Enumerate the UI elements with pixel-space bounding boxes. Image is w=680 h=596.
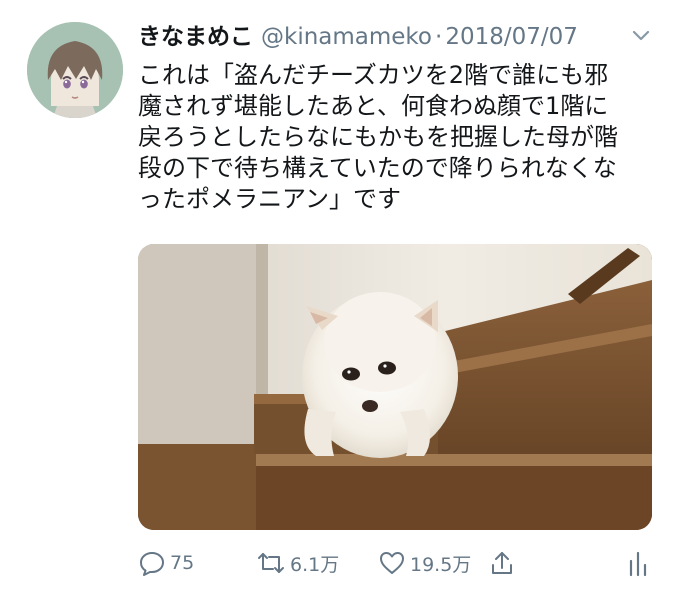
analytics-button[interactable] bbox=[626, 548, 650, 578]
retweet-count: 6.1万 bbox=[290, 553, 340, 576]
display-name[interactable]: きなまめこ bbox=[138, 22, 253, 52]
retweet-button[interactable]: 6.1万 bbox=[256, 548, 339, 578]
reply-button[interactable]: 75 bbox=[138, 548, 194, 578]
separator-dot: · bbox=[435, 24, 443, 50]
tweet-header: きなまめこ @kinamameko · 2018/07/07 bbox=[138, 22, 578, 52]
share-button[interactable] bbox=[488, 548, 516, 578]
heart-icon bbox=[380, 552, 404, 574]
tweet-text: これは「盗んだチーズカツを2階で誰にも邪 魔されず堪能したあと、何食わぬ顔で1階… bbox=[138, 61, 618, 213]
chevron-down-icon[interactable] bbox=[630, 28, 652, 42]
avatar-illustration bbox=[27, 22, 123, 118]
share-icon bbox=[492, 552, 512, 574]
tweet-card: きなまめこ @kinamameko · 2018/07/07 これは「盗んだチー… bbox=[0, 0, 680, 596]
user-handle[interactable]: @kinamameko bbox=[261, 22, 432, 52]
like-count: 19.5万 bbox=[410, 553, 472, 576]
reply-icon bbox=[140, 552, 164, 576]
retweet-icon bbox=[258, 553, 284, 573]
pomeranian-on-stairs-photo bbox=[138, 244, 652, 530]
analytics-icon bbox=[629, 551, 647, 577]
tweet-date[interactable]: 2018/07/07 bbox=[445, 22, 578, 52]
avatar[interactable] bbox=[27, 22, 123, 118]
tweet-photo[interactable] bbox=[138, 244, 652, 530]
tweet-actions: 75 6.1万 19.5万 bbox=[138, 548, 658, 578]
reply-count: 75 bbox=[170, 552, 195, 574]
like-button[interactable]: 19.5万 bbox=[378, 548, 471, 578]
